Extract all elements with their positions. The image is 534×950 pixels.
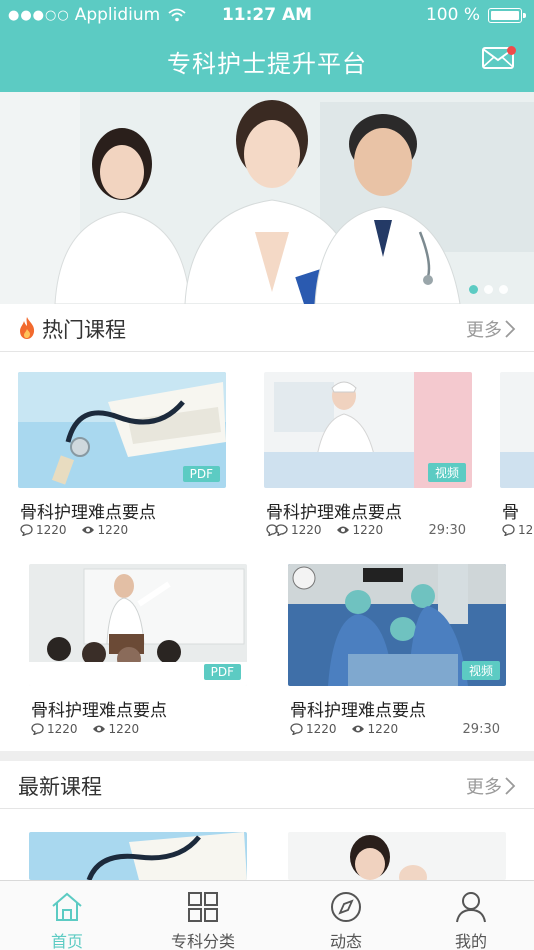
view-count: 1220 [108, 722, 140, 736]
comment-count: 1220 [36, 523, 67, 537]
eye-icon [81, 526, 94, 534]
view-count: 1220 [352, 523, 384, 537]
course-card[interactable]: PDF 骨科护理难点要点 1220 1220 [29, 564, 247, 739]
course-thumbnail [288, 832, 506, 880]
course-card[interactable] [29, 832, 247, 880]
content-type-badge: PDF [203, 664, 241, 680]
course-title: 骨科护理难点要点 [31, 701, 167, 721]
section-divider [0, 751, 534, 761]
banner-image [0, 92, 534, 304]
course-thumbnail [29, 832, 247, 880]
chevron-right-icon [505, 320, 516, 338]
view-count: 1220 [367, 722, 399, 736]
status-bar: ●●●○○ Applidium 11:27 AM 100 % [0, 0, 534, 30]
hot-courses-more-button[interactable]: 更多 [466, 316, 516, 342]
comment-icon [266, 524, 288, 536]
tab-label: 我的 [454, 932, 487, 950]
course-thumbnail: 视频 [264, 372, 472, 488]
tab-bar: 首页 专科分类 动态 我的 [0, 880, 534, 950]
course-card[interactable]: 骨 12 [500, 372, 534, 547]
grid-icon [188, 892, 218, 922]
tab-home[interactable]: 首页 [0, 881, 134, 950]
course-meta: 1220 1220 [20, 523, 128, 537]
video-duration: 29:30 [462, 722, 500, 737]
comment-icon [20, 524, 33, 536]
course-thumbnail: 视频 [288, 564, 506, 686]
eye-icon [336, 526, 349, 534]
video-duration: 29:30 [428, 523, 466, 538]
comment-icon [31, 723, 44, 735]
comment-icon [290, 723, 303, 735]
course-card[interactable]: 视频 骨科护理难点要点 1220 1220 29:30 [288, 564, 506, 739]
course-title: 骨科护理难点要点 [266, 503, 402, 523]
carousel-dot[interactable] [499, 285, 508, 294]
new-courses-more-button[interactable]: 更多 [466, 773, 516, 799]
carousel-dot[interactable] [469, 285, 478, 294]
course-card[interactable]: 视频 骨科护理难点要点 1220 1220 29:30 [264, 372, 472, 547]
tab-label: 首页 [50, 932, 83, 950]
tab-label: 专科分类 [170, 932, 235, 950]
home-icon [52, 892, 82, 921]
banner-carousel[interactable] [0, 92, 534, 304]
fire-icon [20, 317, 35, 339]
new-courses-title: 最新课程 [18, 775, 102, 799]
app-header: ●●●○○ Applidium 11:27 AM 100 % 专科护士提升平台 [0, 0, 534, 92]
content-type-badge: PDF [182, 466, 220, 482]
compass-icon [331, 892, 361, 922]
comment-count: 1220 [306, 722, 337, 736]
course-card[interactable] [288, 832, 506, 880]
hot-courses-header: 热门课程 更多 [0, 304, 534, 352]
more-label: 更多 [466, 320, 502, 341]
content-type-badge: 视频 [461, 661, 500, 680]
tab-label: 动态 [329, 932, 362, 950]
page-title: 专科护士提升平台 [167, 50, 367, 78]
tab-category[interactable]: 专科分类 [136, 881, 270, 950]
eye-icon [351, 725, 364, 733]
carousel-dot[interactable] [484, 285, 493, 294]
eye-icon [92, 725, 105, 733]
user-icon [456, 892, 486, 923]
course-card[interactable]: PDF 骨科护理难点要点 1220 1220 [18, 372, 226, 547]
course-meta: 12 [502, 523, 533, 537]
course-meta: 1220 1220 [290, 722, 398, 736]
course-title: 骨科护理难点要点 [20, 503, 156, 523]
battery-percent: 100 % [425, 5, 480, 25]
more-label: 更多 [466, 777, 502, 798]
battery-icon [488, 7, 526, 23]
comment-count: 1220 [291, 523, 322, 537]
comment-icon [502, 524, 515, 536]
carousel-indicators [469, 285, 508, 294]
comment-count: 1220 [47, 722, 78, 736]
hot-courses-title: 热门课程 [42, 318, 126, 342]
course-thumbnail: PDF [18, 372, 226, 488]
course-thumbnail [500, 372, 534, 488]
course-meta: 1220 1220 [266, 523, 383, 537]
comment-count: 12 [518, 523, 534, 537]
course-thumbnail: PDF [29, 564, 247, 686]
course-title: 骨 [502, 503, 519, 523]
course-meta: 1220 1220 [31, 722, 139, 736]
content-type-badge: 视频 [427, 463, 466, 482]
new-courses-header: 最新课程 更多 [0, 761, 534, 809]
tab-profile[interactable]: 我的 [404, 881, 534, 950]
chevron-right-icon [505, 777, 516, 795]
notification-dot [507, 46, 516, 55]
course-title: 骨科护理难点要点 [290, 701, 426, 721]
tab-activity[interactable]: 动态 [279, 881, 413, 950]
view-count: 1220 [97, 523, 129, 537]
